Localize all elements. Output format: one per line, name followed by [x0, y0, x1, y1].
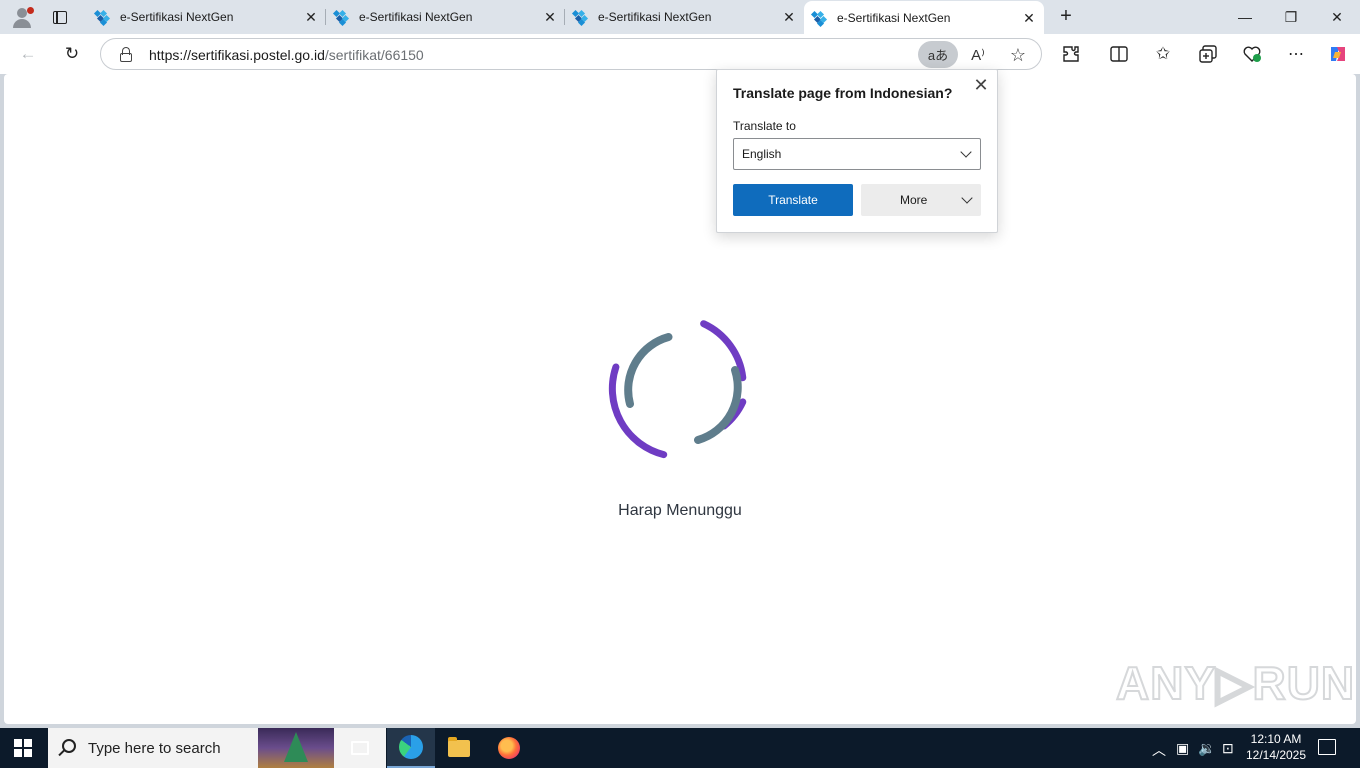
- address-bar[interactable]: https://sertifikasi.postel.go.id/sertifi…: [100, 38, 1042, 70]
- tab-3[interactable]: e-Sertifikasi NextGen ✕: [565, 0, 804, 34]
- profile-avatar-icon[interactable]: [8, 4, 36, 30]
- windows-start-icon[interactable]: [14, 739, 32, 757]
- more-button[interactable]: More: [861, 184, 981, 216]
- watermark-logo: ANY▷RUN: [1115, 656, 1356, 710]
- back-icon[interactable]: ←: [13, 40, 43, 68]
- translate-icon[interactable]: aあ: [918, 41, 958, 68]
- search-highlight-image: [258, 728, 334, 768]
- close-window-button[interactable]: ✕: [1314, 0, 1360, 34]
- chevron-up-icon[interactable]: ︿: [1152, 740, 1166, 760]
- edge-icon[interactable]: [387, 728, 435, 768]
- more-button-label: More: [900, 193, 928, 207]
- tab-2[interactable]: e-Sertifikasi NextGen ✕: [326, 0, 565, 34]
- split-screen-icon[interactable]: [1104, 40, 1134, 68]
- tab-actions-icon[interactable]: [46, 6, 74, 28]
- tab-title: e-Sertifikasi NextGen: [837, 10, 951, 25]
- tab-strip: e-Sertifikasi NextGen ✕ e-Sertifikasi Ne…: [0, 0, 1360, 34]
- network-icon[interactable]: ⊡: [1222, 740, 1234, 757]
- tab-1[interactable]: e-Sertifikasi NextGen ✕: [87, 0, 326, 34]
- search-placeholder: Type here to search: [88, 740, 221, 757]
- chevron-down-icon: [961, 192, 973, 204]
- close-icon[interactable]: ✕: [973, 76, 989, 94]
- browser-essentials-icon[interactable]: [1237, 40, 1267, 68]
- popup-title: Translate page from Indonesian?: [733, 85, 953, 101]
- favorites-icon[interactable]: ✩: [1148, 40, 1178, 68]
- favorite-star-icon[interactable]: ☆: [1005, 42, 1031, 68]
- firefox-icon[interactable]: [485, 728, 533, 768]
- read-aloud-icon[interactable]: A⁾: [965, 42, 991, 68]
- translate-popup: Translate page from Indonesian? ✕ Transl…: [716, 69, 998, 233]
- tab-title: e-Sertifikasi NextGen: [359, 10, 473, 24]
- meet-now-icon[interactable]: ▣: [1176, 740, 1189, 757]
- chevron-down-icon: [960, 146, 972, 158]
- spinner-inner-arc: [624, 333, 673, 408]
- spinner-inner-arc: [694, 366, 742, 444]
- language-select[interactable]: English: [733, 138, 981, 170]
- page-content: Harap Menunggu ANY▷RUN: [4, 74, 1356, 724]
- search-icon: [62, 739, 76, 753]
- spinner-outer-arc: [608, 363, 668, 459]
- new-tab-button[interactable]: +: [1055, 6, 1077, 28]
- copilot-icon[interactable]: [1323, 40, 1353, 68]
- minimize-button[interactable]: —: [1222, 0, 1268, 34]
- task-view-icon[interactable]: [336, 728, 384, 768]
- clock-date: 12/14/2025: [1245, 748, 1307, 762]
- tab-close-icon[interactable]: ✕: [1022, 11, 1036, 25]
- lock-icon[interactable]: [119, 47, 133, 63]
- site-favicon-icon: [332, 9, 350, 27]
- refresh-icon[interactable]: ↻: [57, 40, 87, 68]
- url-text[interactable]: https://sertifikasi.postel.go.id/sertifi…: [149, 47, 424, 63]
- loading-message: Harap Menunggu: [618, 502, 742, 519]
- loading-spinner-icon: [608, 320, 747, 459]
- tab-title: e-Sertifikasi NextGen: [120, 10, 234, 24]
- translate-button[interactable]: Translate: [733, 184, 853, 216]
- tab-4-active[interactable]: e-Sertifikasi NextGen ✕: [804, 1, 1044, 34]
- selected-language: English: [742, 147, 782, 161]
- site-favicon-icon: [810, 10, 828, 27]
- volume-icon[interactable]: 🔉: [1198, 740, 1215, 757]
- collections-icon[interactable]: [1193, 40, 1223, 68]
- notification-icon[interactable]: [1318, 739, 1336, 755]
- system-clock[interactable]: 12:10 AM 12/14/2025: [1244, 731, 1308, 763]
- tab-close-icon[interactable]: ✕: [782, 10, 796, 24]
- taskbar: Type here to search ︿ ▣ 🔉 ⊡ 12:10 AM 12/…: [0, 728, 1360, 768]
- site-favicon-icon: [93, 9, 111, 27]
- site-favicon-icon: [571, 9, 589, 27]
- more-icon[interactable]: ⋯: [1281, 40, 1311, 68]
- tab-title: e-Sertifikasi NextGen: [598, 10, 712, 24]
- restore-button[interactable]: ❐: [1268, 0, 1314, 34]
- file-explorer-icon[interactable]: [435, 728, 483, 768]
- browser-toolbar: ← ↻ https://sertifikasi.postel.go.id/ser…: [0, 34, 1360, 74]
- tab-close-icon[interactable]: ✕: [304, 10, 318, 24]
- tab-close-icon[interactable]: ✕: [543, 10, 557, 24]
- clock-time: 12:10 AM: [1250, 732, 1302, 746]
- extensions-icon[interactable]: [1056, 40, 1086, 68]
- translate-to-label: Translate to: [733, 119, 796, 133]
